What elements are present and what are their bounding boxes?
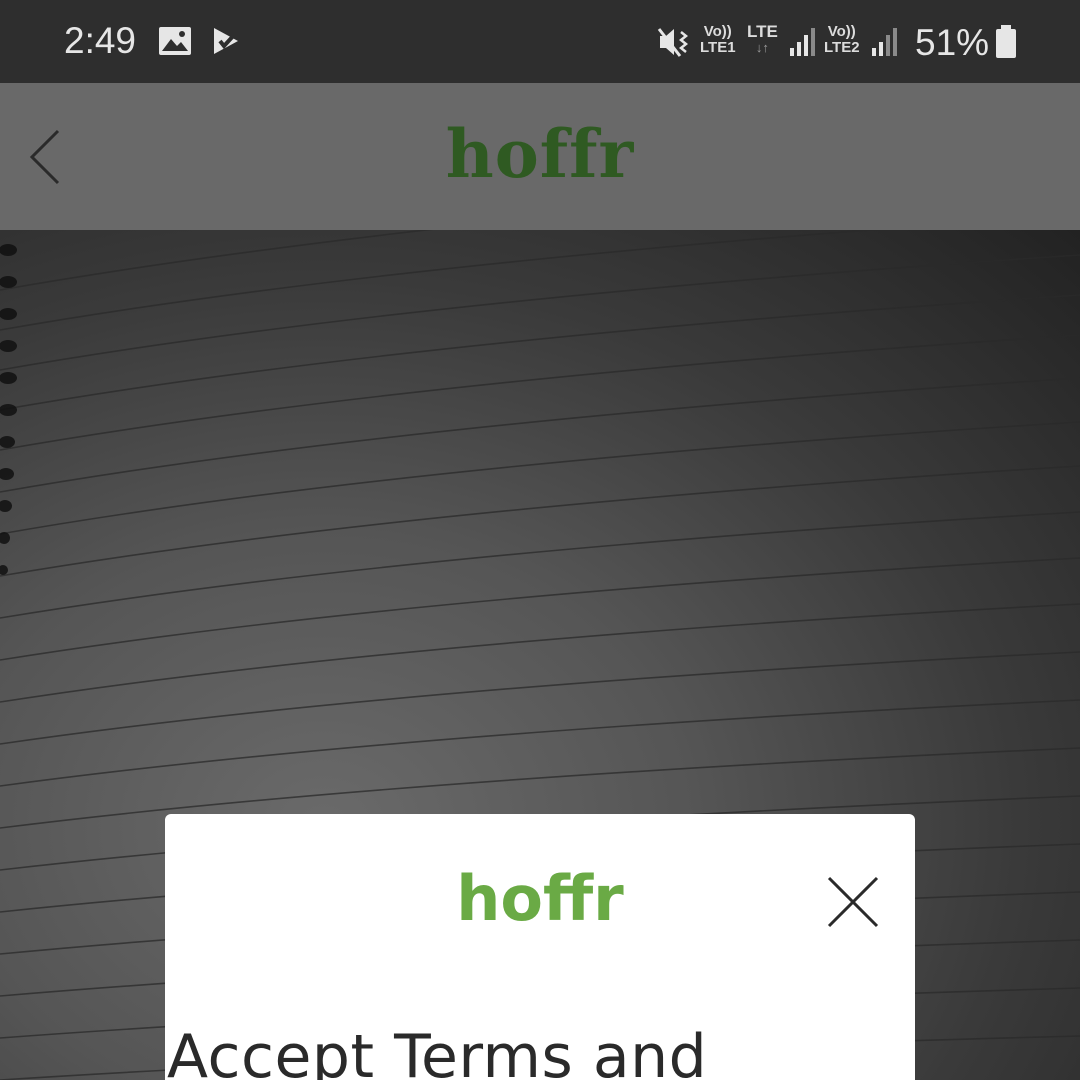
- volte1-top: Vo)): [703, 23, 732, 40]
- close-button[interactable]: [825, 874, 881, 930]
- app-bar: hoffr: [0, 83, 1080, 230]
- signal2-icon: [870, 26, 900, 62]
- battery-icon: [994, 24, 1018, 64]
- volte1-bottom: LTE1: [700, 39, 736, 56]
- dialog-heading: Accept Terms and: [167, 1022, 708, 1080]
- lte-text: LTE: [747, 22, 778, 41]
- image-icon: [158, 26, 192, 60]
- terms-dialog: hoffr Accept Terms and: [165, 814, 915, 1080]
- volte1-label: Vo)) LTE1: [700, 24, 736, 56]
- volte2-label: Vo)) LTE2: [824, 24, 860, 56]
- dialog-logo: hoffr: [456, 862, 624, 935]
- app-logo: hoffr: [445, 115, 635, 193]
- volte2-top: Vo)): [827, 23, 856, 40]
- signal-icon: [788, 26, 818, 62]
- status-bar: 2:49 Vo)) LTE1 LTE ↓↑ Vo)) LTE2 51%: [0, 0, 1080, 83]
- data-arrows-icon: ↓↑: [755, 40, 769, 55]
- status-time: 2:49: [64, 20, 137, 61]
- close-icon: [827, 876, 879, 928]
- lte-label: LTE ↓↑: [747, 22, 778, 56]
- volte2-bottom: LTE2: [824, 39, 860, 56]
- task-check-icon: [211, 26, 241, 60]
- battery-percent: 51%: [915, 22, 990, 63]
- mute-vibrate-icon: [656, 24, 692, 64]
- screen: 2:49 Vo)) LTE1 LTE ↓↑ Vo)) LTE2 51% hoff…: [0, 0, 1080, 1080]
